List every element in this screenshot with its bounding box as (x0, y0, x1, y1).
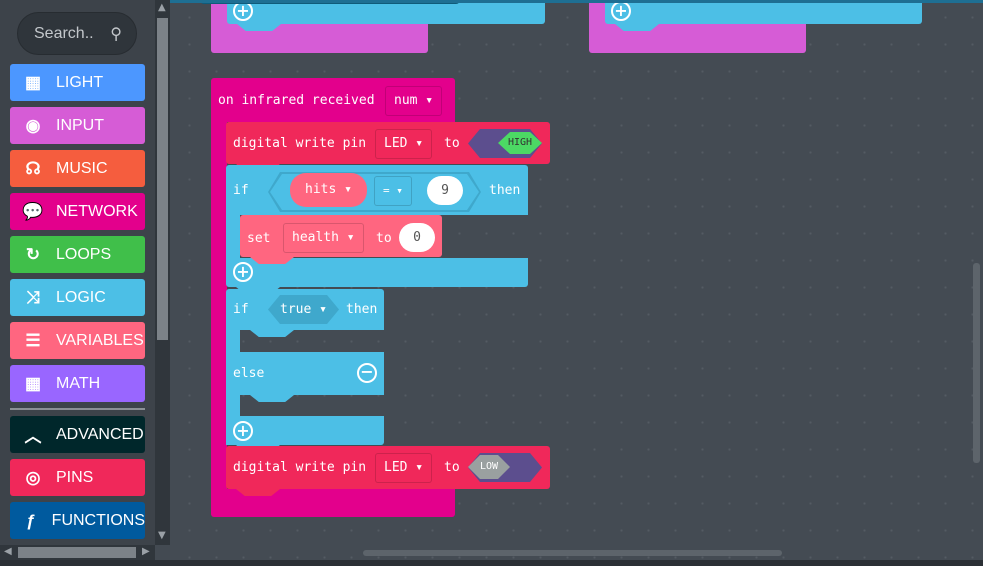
calculator-icon: ▦ (24, 373, 42, 393)
to-label: to (376, 231, 392, 246)
remove-icon[interactable]: − (357, 363, 377, 383)
hits-variable-dropdown[interactable]: hits ▾ (290, 173, 367, 207)
infrared-dropdown[interactable]: num ▾ (385, 86, 443, 116)
workspace-vertical-scrollbar[interactable] (973, 263, 980, 463)
scroll-left-icon[interactable]: ◀ (4, 546, 12, 557)
partial-logic-block-right[interactable] (605, 0, 922, 24)
else-label: else (233, 366, 265, 381)
event-label: on infrared received (218, 93, 375, 108)
top-border (170, 0, 983, 3)
to-label: to (444, 460, 460, 475)
toolbox: Search.. ⚲ ▦ LIGHT ◉ INPUT ☊ MUSIC 💬 NETWORK ↻ LOO… (0, 0, 155, 545)
shuffle-icon: ⤨ (26, 287, 40, 307)
add-icon[interactable]: + (233, 1, 253, 21)
search-input[interactable]: Search.. ⚲ (17, 12, 137, 55)
headphones-icon: ☊ (25, 158, 41, 178)
add-icon[interactable]: + (611, 1, 631, 21)
value-input[interactable]: 0 (399, 223, 435, 252)
workspace-horizontal-scrollbar[interactable] (363, 550, 782, 556)
category-label: VARIABLES (56, 331, 144, 349)
category-label: LIGHT (56, 73, 104, 91)
category-input[interactable]: ◉ INPUT (10, 107, 145, 144)
pin-dropdown[interactable]: LED ▾ (375, 129, 433, 159)
category-label: MUSIC (56, 159, 108, 177)
category-functions[interactable]: ƒ FUNCTIONS (10, 502, 145, 539)
category-network[interactable]: 💬 NETWORK (10, 193, 145, 230)
category-logic[interactable]: ⤨ LOGIC (10, 279, 145, 316)
if-label: if (233, 183, 249, 198)
health-variable-dropdown[interactable]: health ▾ (283, 223, 364, 253)
category-label: LOOPS (56, 245, 112, 263)
true-dropdown[interactable]: true ▾ (268, 295, 339, 324)
category-label: ADVANCED (56, 425, 144, 443)
target-icon: ◉ (25, 115, 41, 135)
category-label: NETWORK (56, 202, 138, 220)
category-label: FUNCTIONS (51, 511, 145, 529)
search-placeholder: Search.. (34, 25, 94, 42)
then-label: then (489, 183, 521, 198)
scroll-up-icon[interactable]: ▲ (158, 2, 166, 13)
operator-dropdown[interactable]: = ▾ (374, 176, 412, 206)
rings-icon: ◎ (25, 467, 41, 487)
list-icon: ☰ (25, 330, 41, 350)
category-label: MATH (56, 374, 101, 392)
category-label: PINS (56, 468, 94, 486)
write-label: digital write pin (233, 136, 367, 151)
category-label: LOGIC (56, 288, 106, 306)
search-icon[interactable]: ⚲ (110, 24, 122, 44)
category-loops[interactable]: ↻ LOOPS (10, 236, 145, 273)
category-pins[interactable]: ◎ PINS (10, 459, 145, 496)
toolbox-vertical-scrollbar[interactable]: ▲ ▼ (155, 0, 170, 545)
set-label: set (247, 231, 271, 246)
scroll-right-icon[interactable]: ▶ (142, 546, 150, 557)
if-label: if (233, 302, 249, 317)
grid-icon: ▦ (24, 72, 42, 92)
then-label: then (346, 302, 378, 317)
bottom-border (0, 560, 983, 566)
pin-dropdown[interactable]: LED ▾ (375, 453, 433, 483)
number-input[interactable]: 9 (427, 176, 463, 205)
category-variables[interactable]: ☰ VARIABLES (10, 322, 145, 359)
write-label: digital write pin (233, 460, 367, 475)
toolbox-divider (10, 408, 145, 410)
refresh-icon: ↻ (25, 244, 41, 264)
scroll-down-icon[interactable]: ▼ (158, 530, 166, 541)
add-icon[interactable]: + (233, 262, 253, 282)
category-music[interactable]: ☊ MUSIC (10, 150, 145, 187)
chevron-up-icon: ︿ (24, 427, 42, 446)
to-label: to (444, 136, 460, 151)
category-advanced[interactable]: ︿ ADVANCED (10, 416, 145, 453)
chat-icon: 💬 (22, 201, 44, 221)
toolbox-horizontal-scrollbar[interactable]: ◀ ▶ (0, 545, 155, 560)
function-icon: ƒ (26, 510, 36, 530)
category-light[interactable]: ▦ LIGHT (10, 64, 145, 101)
category-label: INPUT (56, 116, 104, 134)
category-math[interactable]: ▦ MATH (10, 365, 145, 402)
add-icon[interactable]: + (233, 421, 253, 441)
